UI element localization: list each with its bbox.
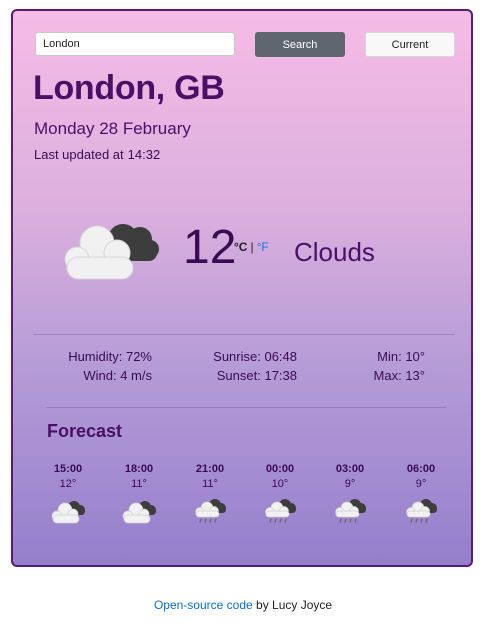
- forecast-time: 21:00: [195, 463, 225, 475]
- forecast-time: 06:00: [406, 463, 436, 475]
- forecast-item: 00:00 10°: [250, 462, 310, 525]
- broken-clouds-icon: [122, 501, 156, 524]
- city-title: London, GB: [33, 69, 225, 107]
- forecast-item: 21:00 11°: [180, 462, 240, 525]
- city-search-input[interactable]: [35, 32, 235, 56]
- last-updated-time: 14:32: [127, 147, 161, 162]
- sunrise-value: Sunrise: 06:48: [213, 349, 297, 364]
- current-location-button[interactable]: Current: [365, 32, 455, 57]
- weather-description: Clouds: [294, 237, 375, 267]
- forecast-item: 03:00 9°: [320, 462, 380, 525]
- footer: Open-source code by Lucy Joyce: [0, 598, 486, 612]
- unit-toggle: °C | °F: [234, 240, 269, 254]
- forecast-time: 00:00: [265, 463, 295, 475]
- source-code-link[interactable]: Open-source code: [154, 598, 253, 612]
- forecast-item: 18:00 11°: [109, 462, 169, 525]
- forecast-temp: 12°: [59, 478, 77, 490]
- sunset-value: Sunset: 17:38: [216, 368, 297, 383]
- rain-cloud-icon: [335, 499, 366, 523]
- rain-cloud-icon: [265, 499, 296, 523]
- humidity-value: Humidity: 72%: [68, 349, 152, 364]
- min-max-stats: Min: 10° Max: 13°: [359, 347, 425, 385]
- forecast-time: 15:00: [53, 463, 83, 475]
- rain-cloud-icon: [195, 499, 226, 523]
- celsius-link[interactable]: °C: [234, 240, 247, 254]
- forecast-temp: 11°: [202, 478, 218, 490]
- broken-clouds-icon: [64, 224, 159, 280]
- forecast-temp: 9°: [415, 478, 427, 490]
- current-temperature: 12: [183, 221, 237, 274]
- sun-times-stats: Sunrise: 06:48 Sunset: 17:38: [197, 347, 297, 385]
- divider: [46, 407, 446, 408]
- fahrenheit-link[interactable]: °F: [257, 240, 269, 254]
- humidity-wind-stats: Humidity: 72% Wind: 4 m/s: [47, 347, 152, 385]
- search-button[interactable]: Search: [255, 32, 345, 57]
- last-updated: Last updated at 14:32: [34, 147, 160, 162]
- forecast-time: 03:00: [335, 463, 365, 475]
- forecast-temp: 9°: [344, 478, 356, 490]
- max-temp-value: Max: 13°: [373, 368, 425, 383]
- forecast-item: 15:00 12°: [38, 462, 98, 525]
- forecast-temp: 11°: [131, 478, 147, 490]
- last-updated-label: Last updated at: [34, 147, 124, 162]
- unit-separator: |: [250, 240, 254, 254]
- author-credit: by Lucy Joyce: [256, 598, 333, 612]
- weather-card: Search Current London, GB Monday 28 Febr…: [11, 9, 473, 567]
- min-temp-value: Min: 10°: [377, 349, 425, 364]
- forecast-time: 18:00: [124, 463, 154, 475]
- current-date: Monday 28 February: [34, 119, 191, 138]
- rain-cloud-icon: [406, 499, 437, 523]
- forecast-temp: 10°: [271, 478, 289, 490]
- wind-value: Wind: 4 m/s: [83, 368, 152, 383]
- forecast-item: 06:00 9°: [391, 462, 451, 525]
- forecast-title: Forecast: [47, 421, 123, 441]
- divider: [34, 334, 454, 335]
- broken-clouds-icon: [51, 501, 85, 524]
